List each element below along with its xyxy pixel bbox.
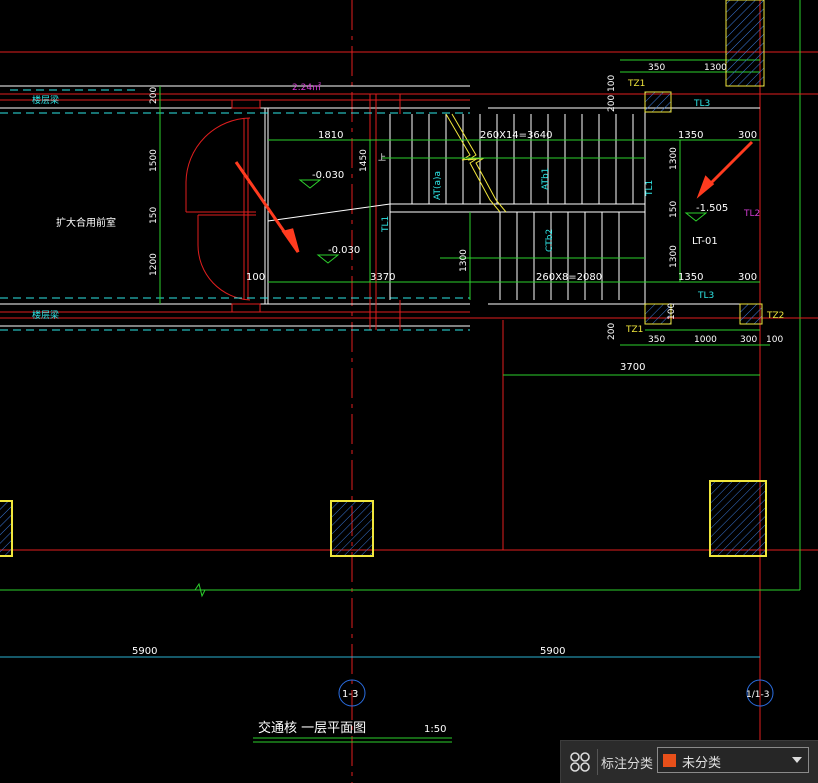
stair-label: LT-01 — [692, 236, 718, 247]
beam-label-top: 楼层梁 — [32, 94, 59, 106]
annotation-category-bar: 标注分类 未分类 — [560, 740, 818, 783]
dim-3370: 3370 — [370, 272, 395, 283]
annotation-category-select[interactable]: 未分类 — [657, 747, 809, 773]
axis-label-2: 1/1-3 — [746, 690, 769, 700]
dim-350-top: 350 — [648, 63, 665, 73]
tl1-label-a: TL1 — [381, 216, 391, 233]
category-color-swatch — [663, 754, 676, 767]
dim-100-br: 100 — [766, 335, 783, 345]
cad-drawing-canvas[interactable]: 楼层梁 楼层梁 TL3 TL3 AT(a)a ATb1 CTb2 TL1 TL1… — [0, 0, 818, 783]
dim-stair-bottom: 260X8=2080 — [536, 272, 602, 283]
dim-1810: 1810 — [318, 130, 343, 141]
dim-100-left: 100 — [246, 272, 265, 283]
dim-1000: 1000 — [694, 335, 717, 345]
dim-150-right: 150 — [669, 201, 679, 218]
level-right: -1.505 — [696, 203, 728, 214]
toolbar-divider — [597, 749, 598, 775]
drawing-title: 交通核 一层平面图 — [258, 720, 366, 736]
dim-300-top: 300 — [738, 130, 757, 141]
dim-300-bottom: 300 — [738, 272, 757, 283]
axis-grid — [0, 0, 818, 783]
dim-5900-left: 5900 — [132, 646, 157, 657]
drawing-scale: 1:50 — [424, 724, 446, 735]
tl1-label-b: TL1 — [645, 180, 655, 197]
room-name: 扩大合用前室 — [56, 216, 116, 229]
tz1-label-bottom: TZ1 — [625, 325, 643, 335]
tl3-label-top: TL3 — [693, 99, 710, 109]
dim-1350-top: 1350 — [678, 130, 703, 141]
annotation-category-label: 标注分类 — [601, 757, 654, 772]
atb-b-label: ATb1 — [541, 168, 551, 190]
dim-1300-topright: 1300 — [704, 63, 727, 73]
annotation-category-value: 未分类 — [682, 756, 722, 771]
grid-four-icon[interactable] — [567, 749, 593, 775]
beam-label-bottom: 楼层梁 — [32, 309, 59, 321]
tz2-label: TZ2 — [766, 311, 784, 321]
level-left-2: -0.030 — [328, 245, 360, 256]
dim-1450: 1450 — [359, 149, 369, 172]
level-left-1: -0.030 — [312, 170, 344, 181]
dimension-lines — [0, 59, 770, 743]
dim-3700: 3700 — [620, 362, 645, 373]
wall-lines — [0, 85, 760, 327]
dim-stair-top: 260X14=3640 — [480, 130, 553, 141]
dim-300-br: 300 — [740, 335, 757, 345]
beam-dashed-lines — [0, 89, 470, 331]
dim-5900-right: 5900 — [540, 646, 565, 657]
axis-label-1: 1-3 — [342, 689, 358, 700]
dim-1300-a: 1300 — [669, 147, 679, 170]
tz1-label-top: TZ1 — [627, 79, 645, 89]
axis-bubbles — [338, 679, 774, 707]
tl3-label-bottom: TL3 — [697, 291, 714, 301]
tl2-label: TL2 — [743, 209, 760, 219]
dim-1200: 1200 — [149, 253, 159, 276]
dim-1500: 1500 — [149, 149, 159, 172]
dim-200-c: 200 — [607, 323, 617, 340]
ctb-label: CTb2 — [545, 229, 555, 252]
dim-1350-bottom: 1350 — [678, 272, 703, 283]
dim-100-a: 100 — [607, 75, 617, 92]
area-label: 2.24㎡ — [292, 82, 321, 93]
dim-1300-b: 1300 — [669, 245, 679, 268]
dim-100-b: 100 — [667, 303, 677, 320]
dim-200-top: 200 — [149, 87, 159, 104]
dim-1300-mid: 1300 — [459, 249, 469, 272]
dim-350-bottom: 350 — [648, 335, 665, 345]
chevron-down-icon[interactable] — [792, 757, 802, 763]
dim-150-left: 150 — [149, 207, 159, 224]
dim-200-b: 200 — [607, 95, 617, 112]
atb-a-label: AT(a)a — [433, 171, 443, 200]
up-mark: 上 — [378, 153, 386, 162]
